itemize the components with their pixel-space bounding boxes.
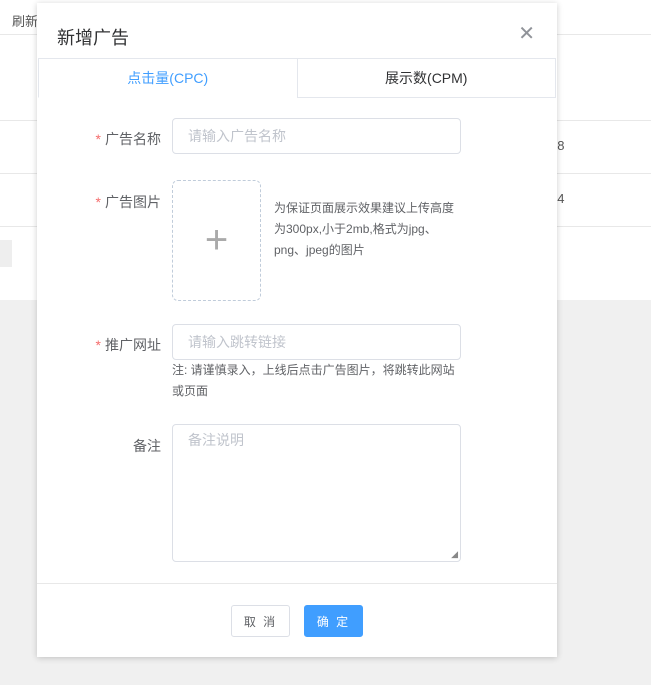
required-mark: * — [95, 194, 101, 210]
url-input[interactable]: 请输入跳转链接 — [172, 324, 461, 360]
required-mark: * — [95, 337, 101, 353]
tab-cpm[interactable]: 展示数(CPM) — [296, 58, 556, 98]
placeholder: 请输入广告名称 — [188, 128, 286, 144]
cancel-button[interactable]: 取 消 — [231, 605, 290, 637]
remark-label: 备注 — [133, 438, 161, 454]
ad-name-input[interactable]: 请输入广告名称 — [172, 118, 461, 154]
plus-icon: + — [204, 218, 229, 262]
image-hint: 为保证页面展示效果建议上传高度为300px,小于2mb,格式为jpg、png、j… — [274, 201, 455, 257]
close-icon[interactable]: ✕ — [518, 21, 535, 46]
image-label: * 广告图片 — [37, 192, 161, 212]
remark-textarea[interactable]: 备注说明 ◢ — [172, 424, 461, 562]
confirm-button[interactable]: 确 定 — [304, 605, 363, 637]
dialog-title: 新增广告 — [57, 28, 129, 48]
label-text: 广告名称 — [105, 131, 161, 147]
placeholder: 备注说明 — [188, 432, 244, 448]
tab-cpc[interactable]: 点击量(CPC) — [38, 58, 297, 98]
url-label: * 推广网址 — [37, 335, 161, 355]
add-ad-dialog: 新增广告 ✕ 点击量(CPC) 展示数(CPM) * 广告名称 请输入广告名称 *… — [37, 3, 557, 657]
background-block — [0, 240, 12, 267]
placeholder: 请输入跳转链接 — [188, 334, 286, 350]
resize-handle-icon[interactable]: ◢ — [451, 549, 458, 560]
label-text: 广告图片 — [105, 194, 161, 210]
tabs: 点击量(CPC) 展示数(CPM) — [38, 58, 556, 98]
name-label: * 广告名称 — [37, 129, 161, 149]
image-upload[interactable]: + — [172, 180, 261, 301]
divider — [37, 583, 557, 584]
refresh-button[interactable]: 刷新 — [12, 11, 38, 30]
url-note: 注: 请谨慎录入，上线后点击广告图片，将跳转此网站或页面 — [172, 363, 455, 398]
label-text: 推广网址 — [105, 337, 161, 353]
required-mark: * — [95, 131, 101, 147]
